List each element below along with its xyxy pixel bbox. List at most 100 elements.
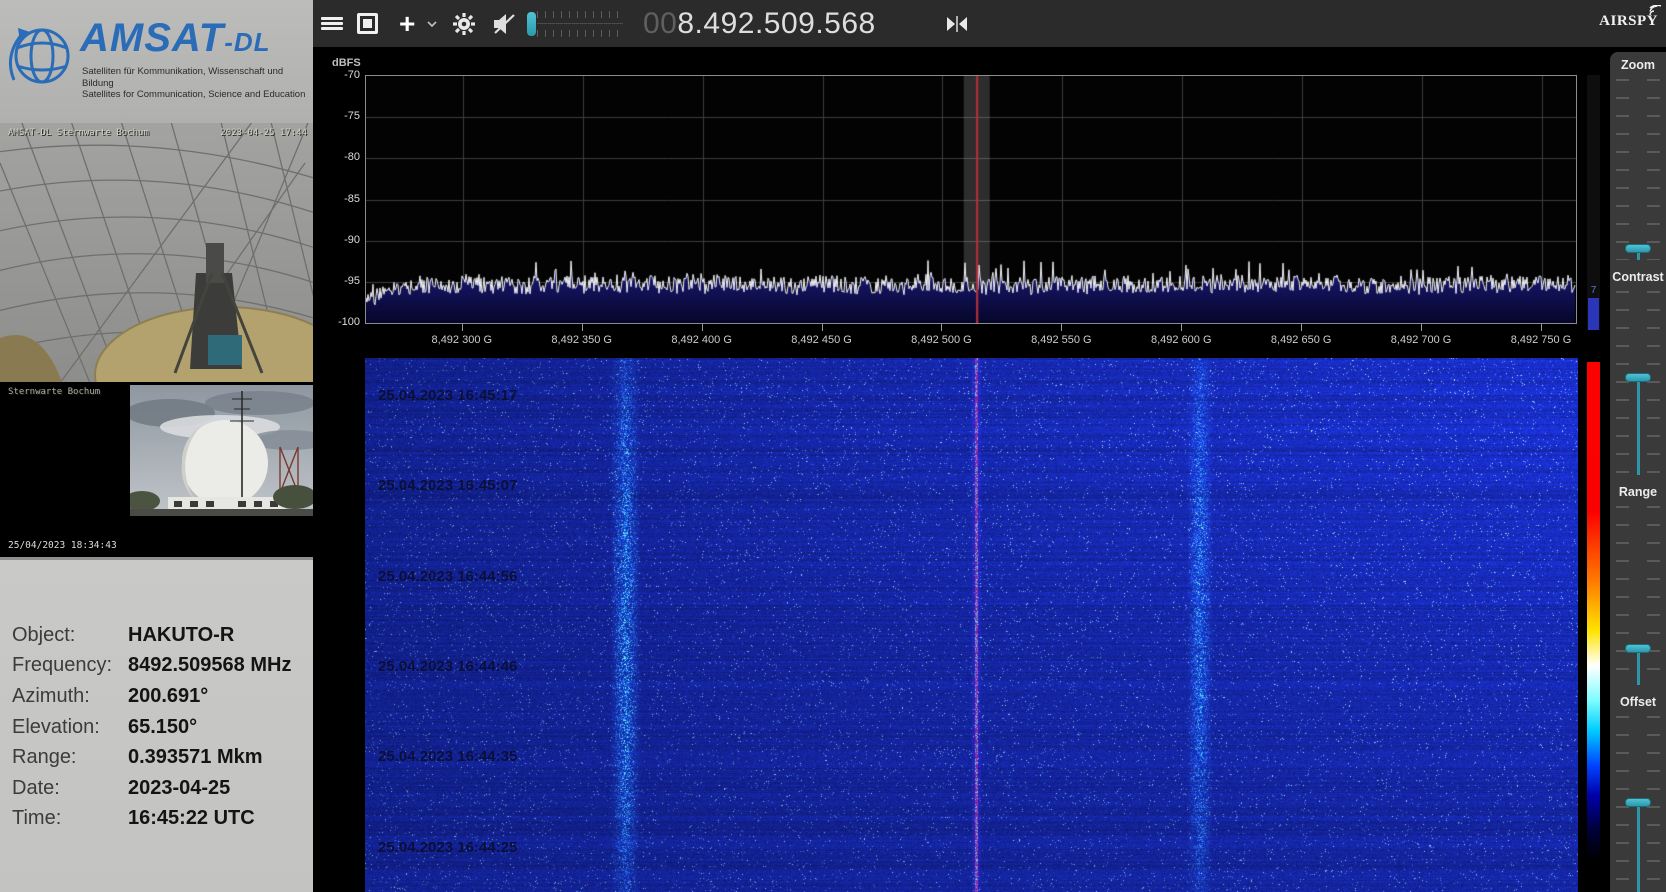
waterfall-timestamp: 25.04.2023 16:45:17 [378, 387, 518, 404]
level-meter-bar [1588, 298, 1599, 330]
x-axis-tick-label: 8,492 700 G [1390, 334, 1452, 346]
slider-fill [1636, 805, 1640, 892]
center-tune-button[interactable] [945, 0, 969, 47]
tracking-row: Range: 0.393571 Mkm [12, 742, 304, 773]
offset-slider-handle[interactable] [1625, 797, 1651, 807]
volume-ticks-top [537, 10, 623, 18]
webcam1-timestamp: 2023-04-25 17:44 [220, 128, 307, 138]
x-axis-tick-mark [1061, 324, 1063, 331]
slider-label-contrast: Contrast [1612, 270, 1664, 284]
zoom-slider-handle[interactable] [1625, 244, 1651, 254]
waterfall-timestamp: 25.04.2023 16:44:25 [378, 838, 518, 856]
frequency-display[interactable]: 00 8.492.509.568 [643, 0, 876, 47]
tracking-label: Object: [12, 623, 76, 646]
toolbar: + 00 8.492.509.568 AIRSPY [313, 0, 1666, 47]
y-axis-tick-label: -85 [344, 192, 360, 205]
slider-ticks [1647, 291, 1660, 475]
plus-icon: + [399, 7, 416, 39]
add-button[interactable]: + [399, 0, 415, 47]
stop-icon [357, 13, 378, 34]
amsat-subtitle: Satelliten für Kommunikation, Wissenscha… [82, 66, 306, 100]
y-axis-tick-label: -70 [344, 69, 360, 81]
spectrum-unit-label: dBFS [332, 57, 361, 69]
slider-ticks [1616, 79, 1629, 260]
volume-slider-handle[interactable] [527, 11, 536, 36]
contrast-slider-handle[interactable] [1625, 373, 1651, 383]
x-axis-tick-mark [461, 324, 463, 331]
mute-button[interactable] [491, 0, 517, 47]
slider-label-offset: Offset [1619, 695, 1657, 709]
slider-fill [1636, 381, 1640, 475]
amsat-logo-panel: AMSAT-DL Satelliten für Kommunikation, W… [0, 0, 313, 123]
tracking-value: 16:45:22 UTC [128, 807, 255, 830]
waterfall-timestamp: 25.04.2023 16:45:07 [378, 477, 518, 495]
spectrum-plot[interactable] [365, 75, 1577, 324]
tracking-row: Frequency: 8492.509568 MHz [12, 651, 304, 682]
volume-ticks-bottom [537, 29, 623, 37]
slider-label-zoom: Zoom [1620, 58, 1656, 72]
range-slider-handle[interactable] [1625, 643, 1651, 653]
globe-icon [8, 28, 70, 84]
settings-button[interactable] [451, 0, 477, 47]
slider-ticks [1616, 291, 1629, 475]
x-axis-tick-mark [941, 324, 943, 331]
x-axis-tick-mark [1540, 324, 1542, 331]
dish-photo [0, 123, 313, 382]
y-axis-tick-label: -90 [344, 233, 360, 246]
display-settings-sidebar: Zoom Contrast Range Offset [1610, 52, 1666, 892]
slider-ticks [1647, 79, 1660, 260]
contrast-slider[interactable] [1612, 291, 1664, 475]
tracking-row: Date: 2023-04-25 [12, 773, 304, 804]
tracking-label: Frequency: [12, 654, 113, 677]
menu-button[interactable] [321, 0, 343, 47]
slider-fill [1636, 252, 1640, 260]
gear-icon [453, 12, 475, 35]
webcam2-caption: Sternwarte Bochum [8, 387, 101, 397]
tracking-label: Time: [12, 807, 62, 830]
signal-level-meter: 7 [1587, 75, 1600, 330]
add-dropdown-button[interactable] [427, 0, 437, 47]
tracking-label: Azimuth: [12, 684, 90, 707]
spectrum-canvas[interactable] [366, 76, 1576, 323]
waterfall-canvas[interactable] [365, 358, 1578, 892]
sdr-console-window: AMSAT-DL Satelliten für Kommunikation, W… [0, 0, 1666, 892]
left-panel: AMSAT-DL Satelliten für Kommunikation, W… [0, 0, 313, 892]
offset-slider[interactable] [1612, 716, 1664, 892]
x-axis-tick-mark [581, 324, 583, 331]
zoom-slider[interactable] [1612, 79, 1664, 260]
tracking-value: HAKUTO-R [128, 623, 235, 646]
waterfall-panel: 25.04.2023 16:45:17 25.04.2023 16:45:07 25… [350, 358, 1578, 892]
x-axis-tick-label: 8,492 500 G [911, 334, 972, 346]
y-axis-tick-label: -95 [344, 274, 360, 287]
webcam-dish-view: AMSAT-DL Sternwarte Bochum 2023-04-25 17… [0, 123, 313, 382]
volume-track [537, 22, 623, 24]
x-axis-tick-label: 8,492 450 G [791, 334, 852, 346]
dome-photo [124, 385, 313, 516]
hamburger-icon [321, 15, 343, 32]
webcam-dome-view: Sternwarte Bochum 25/04/2023 18:34:43 [0, 382, 313, 557]
tracking-label: Date: [12, 776, 60, 799]
amsat-title: AMSAT-DL [80, 16, 271, 60]
waterfall-timestamp: 25.04.2023 16:44:56 [378, 567, 518, 585]
x-axis-tick-label: 8,492 400 G [671, 334, 732, 346]
chevron-down-icon [427, 20, 437, 27]
tracking-label: Range: [12, 746, 77, 769]
tracking-value: 65.150° [128, 715, 198, 738]
tracking-value: 8492.509568 MHz [128, 654, 292, 677]
x-axis-tick-label: 8,492 600 G [1150, 334, 1212, 346]
range-slider[interactable] [1612, 506, 1664, 685]
y-axis-tick-label: -100 [337, 316, 360, 329]
tracking-value: 200.691° [128, 684, 209, 707]
volume-slider[interactable] [527, 0, 623, 47]
slider-fill [1636, 651, 1640, 685]
webcam2-timestamp: 25/04/2023 18:34:43 [8, 540, 117, 551]
tracking-value: 2023-04-25 [128, 776, 231, 799]
webcam1-caption: AMSAT-DL Sternwarte Bochum [8, 128, 149, 138]
tracking-value: 0.393571 Mkm [128, 746, 263, 769]
y-axis-tick-label: -75 [344, 110, 360, 123]
stop-button[interactable] [357, 0, 378, 47]
level-meter-value: 7 [1590, 285, 1597, 296]
tracking-label: Elevation: [12, 715, 100, 738]
tune-center-icon [947, 15, 967, 32]
x-axis-tick-mark [1181, 324, 1183, 331]
